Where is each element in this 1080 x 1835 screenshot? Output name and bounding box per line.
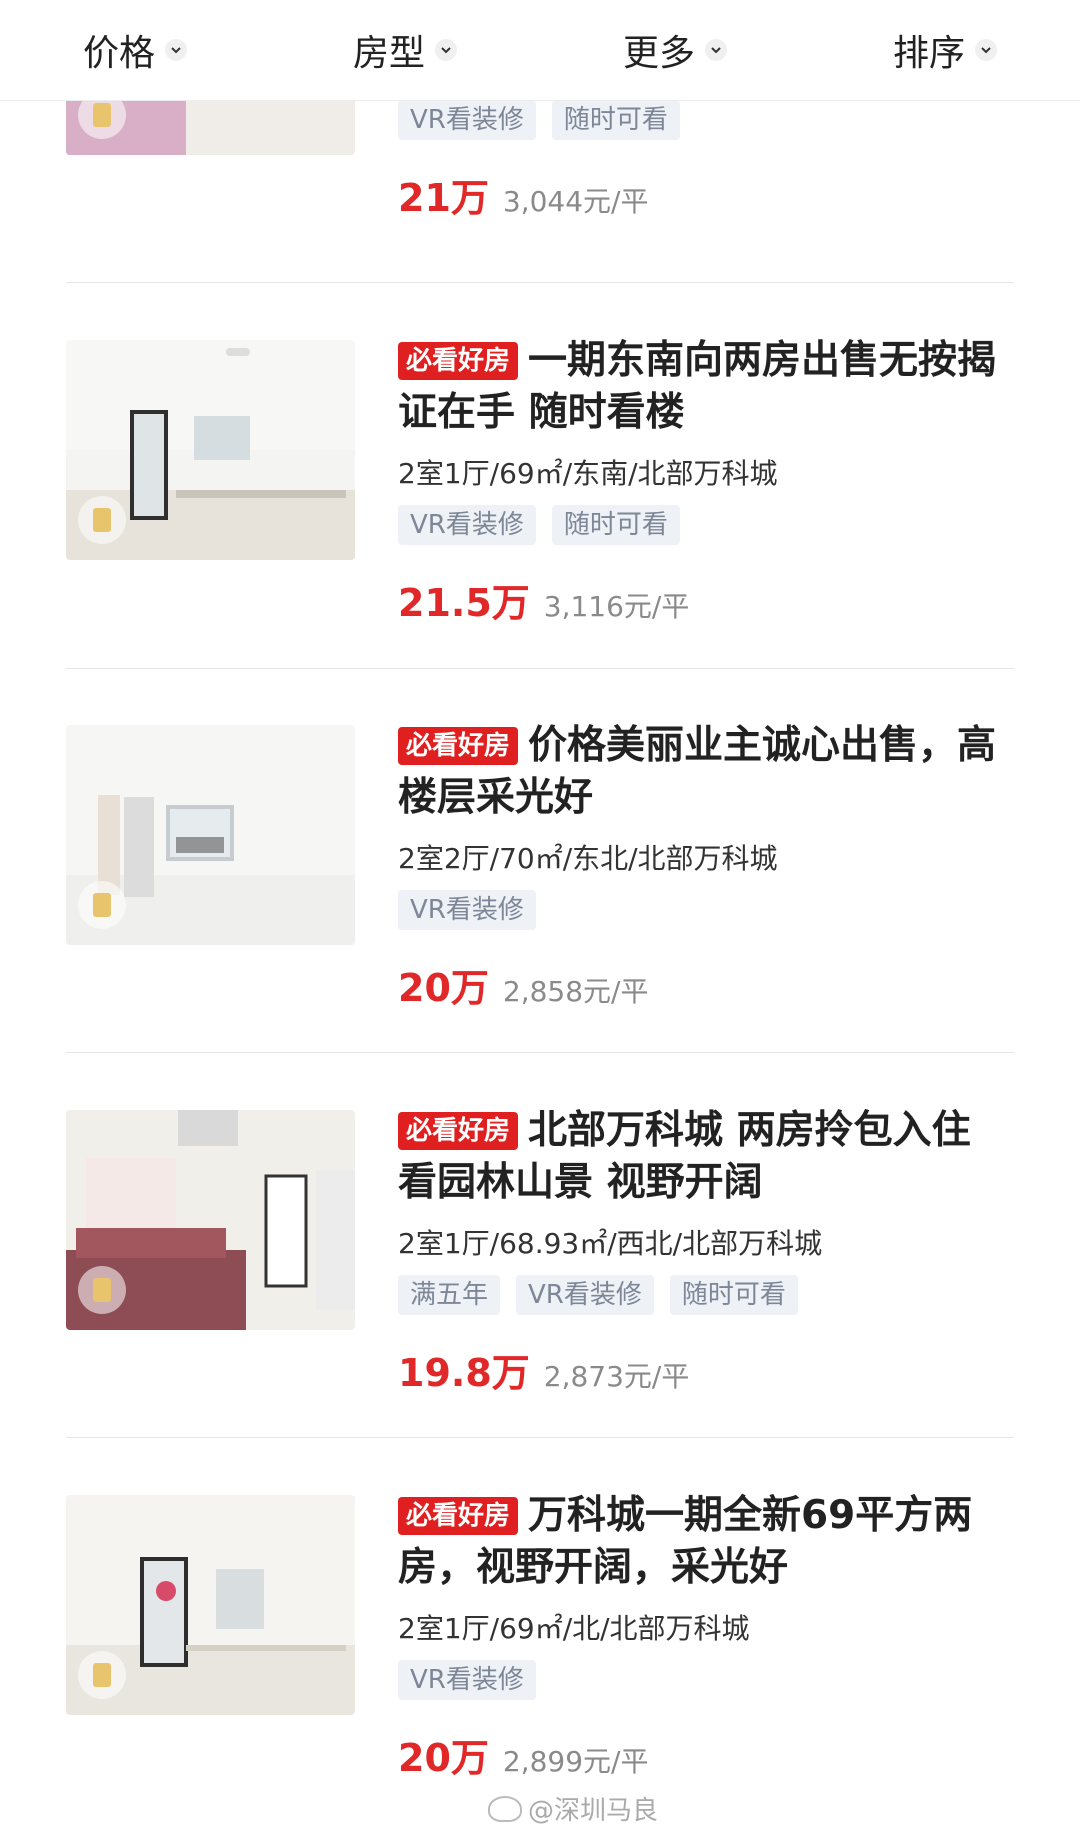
tag: 随时可看 [669,1275,798,1315]
filter-label: 更多 [622,33,695,74]
unit-price: 2,873元/平 [543,1360,690,1393]
total-price: 19.8万 [398,1351,530,1395]
listing-title-block[interactable]: 必看好房 北部万科城 两房拎包入住 看园林山景 视野开阔 [398,1105,1018,1209]
price-row: 20万 2,858元/平 [398,957,648,1012]
filter-bar: 价格 房型 更多 排序 [0,0,1080,101]
listing-tags: VR看装修 [398,890,536,930]
divider [66,282,1014,283]
tag: VR看装修 [398,1660,536,1700]
tag: 随时可看 [551,505,680,545]
price-row: 21.5万 3,116元/平 [398,572,689,627]
filter-layout[interactable]: 房型 [270,0,540,100]
listing-tags: VR看装修 [398,1660,536,1700]
vr-icon [78,496,126,544]
chevron-down-icon [975,39,997,61]
listing-photo[interactable] [66,340,355,560]
vr-icon [78,1651,126,1699]
filter-price[interactable]: 价格 [0,0,270,100]
total-price: 21.5万 [398,581,530,625]
listing-title-block[interactable]: 必看好房 价格美丽业主诚心出售，高楼层采光好 [398,720,1018,824]
listing-photo[interactable] [66,725,355,945]
tag: VR看装修 [398,505,536,545]
watermark: @深圳马良 [488,1790,658,1827]
tag: VR看装修 [398,100,536,140]
total-price: 20万 [398,1736,489,1780]
must-see-badge: 必看好房 [398,1112,519,1150]
price-row: 21万 3,044元/平 [398,167,648,222]
tag: 满五年 [398,1275,501,1315]
listing-specs: 2室1厅/68.93㎡/西北/北部万科城 [398,1227,823,1260]
tag: 随时可看 [551,100,680,140]
listing-card[interactable]: 必看好房 一期东南向两房出售无按揭证在手 随时看楼 2室1厅/69㎡/东南/北部万… [0,290,1080,675]
vr-icon [78,1266,126,1314]
weibo-icon [488,1795,522,1822]
must-see-badge: 必看好房 [398,727,519,765]
filter-sort[interactable]: 排序 [810,0,1080,100]
listing-specs: 2室2厅/70㎡/东北/北部万科城 [398,842,778,875]
tag: VR看装修 [398,890,536,930]
price-row: 20万 2,899元/平 [398,1727,648,1782]
chevron-down-icon [435,39,457,61]
listing-specs: 2室1厅/69㎡/北/北部万科城 [398,1612,750,1645]
vr-icon [78,881,126,929]
price-row: 19.8万 2,873元/平 [398,1342,689,1397]
total-price: 21万 [398,176,489,220]
filter-label: 排序 [892,33,965,74]
listing-photo[interactable] [66,1495,355,1715]
must-see-badge: 必看好房 [398,342,519,380]
divider [66,1437,1014,1438]
listing-tags: VR看装修 随时可看 [398,505,680,545]
filter-label: 价格 [82,33,155,74]
total-price: 20万 [398,966,489,1010]
listing-card[interactable]: 必看好房 价格美丽业主诚心出售，高楼层采光好 2室2厅/70㎡/东北/北部万科城 … [0,675,1080,1060]
unit-price: 2,858元/平 [502,975,649,1008]
listing-tags: 满五年 VR看装修 随时可看 [398,1275,798,1315]
divider [66,668,1014,669]
listing-card[interactable]: 必看好房 万科城一期全新69平方两房，视野开阔，采光好 2室1厅/69㎡/北/北部… [0,1445,1080,1830]
unit-price: 2,899元/平 [502,1745,649,1778]
divider [66,1052,1014,1053]
must-see-badge: 必看好房 [398,1497,519,1535]
listing-title-block[interactable]: 必看好房 万科城一期全新69平方两房，视野开阔，采光好 [398,1490,1018,1594]
unit-price: 3,116元/平 [543,590,690,623]
listing-tags: VR看装修 随时可看 [398,100,680,140]
unit-price: 3,044元/平 [502,185,649,218]
listing-photo[interactable] [66,1110,355,1330]
chevron-down-icon [705,39,727,61]
listing-title-block[interactable]: 必看好房 一期东南向两房出售无按揭证在手 随时看楼 [398,335,1018,439]
watermark-text: @深圳马良 [528,1796,659,1826]
tag: VR看装修 [516,1275,654,1315]
filter-label: 房型 [352,33,425,74]
filter-more[interactable]: 更多 [540,0,810,100]
listing-specs: 2室1厅/69㎡/东南/北部万科城 [398,457,778,490]
listing-card[interactable]: 必看好房 北部万科城 两房拎包入住 看园林山景 视野开阔 2室1厅/68.93㎡/… [0,1060,1080,1445]
chevron-down-icon [165,39,187,61]
